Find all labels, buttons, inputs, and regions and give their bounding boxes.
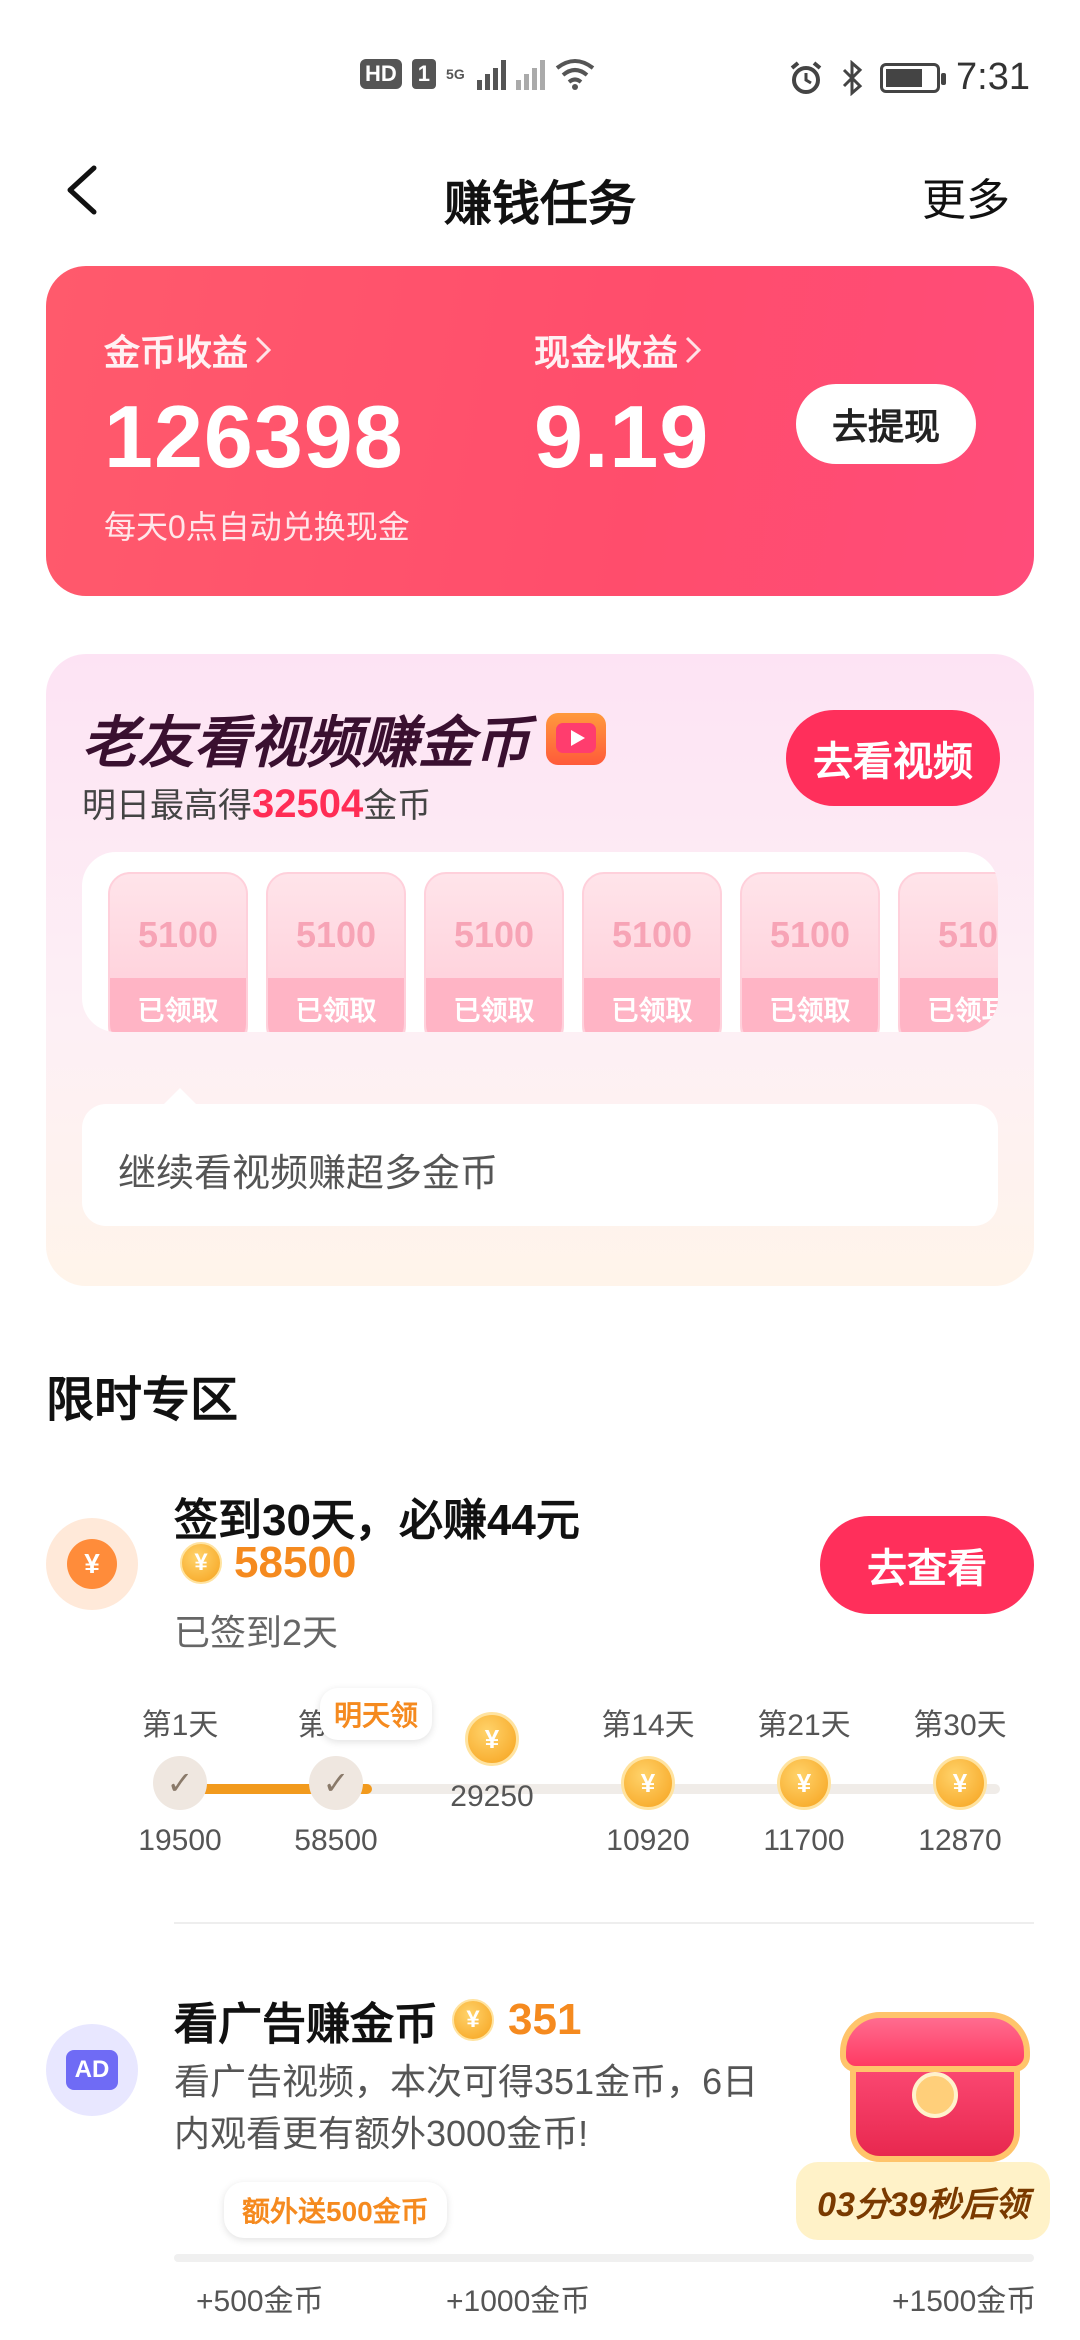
divider	[174, 1922, 1034, 1924]
coin-icon: ¥	[933, 1756, 987, 1810]
earnings-card: 金币收益 126398 现金收益 9.19 每天0点自动兑换现金 去提现	[46, 266, 1034, 596]
coin-earnings-label: 金币收益	[104, 324, 404, 376]
clock: 7:31	[956, 56, 1030, 98]
coin-icon: ¥	[777, 1756, 831, 1810]
progress-node: 第30天 ¥ 12870	[860, 1700, 1060, 1858]
coin-icon: ¥	[621, 1756, 675, 1810]
progress-value: 58500	[294, 1824, 378, 1857]
signal-icon	[476, 58, 506, 90]
hd-icon: HD	[360, 59, 402, 89]
checkin-progress: 第1天 ✓ 19500 第2天 ✓ 58500 ¥ 29250 第14天 ¥ 1…	[138, 1700, 1060, 1860]
reward-tile: 510 已领耳	[898, 872, 998, 1032]
alarm-icon	[790, 60, 822, 94]
video-task-title-text: 老友看视频赚金币	[82, 711, 530, 774]
reward-tile: 5100 已领取	[266, 872, 406, 1032]
reward-strip[interactable]: 5100 已领取 5100 已领取 5100 已领取 5100 已领取 5100 已领取 …	[82, 852, 998, 1032]
reward-tile: 5100 已领取	[740, 872, 880, 1032]
coin-earnings[interactable]: 金币收益 126398	[104, 324, 404, 488]
status-left: HD 1 5G	[360, 58, 595, 90]
checkin-reward-value: 58500	[234, 1538, 357, 1587]
reward-tile: 5100 已领取	[424, 872, 564, 1032]
subtitle-amount: 32504	[252, 782, 364, 826]
watch-video-button[interactable]: 去看视频	[786, 710, 1000, 806]
ad-task-title: 看广告赚金币 ¥ 351	[174, 1988, 581, 2052]
ad-progress-track	[174, 2254, 1034, 2262]
ad-icon: AD	[66, 2050, 118, 2090]
coin-earnings-value: 126398	[104, 387, 404, 486]
sim-icon: 1	[411, 59, 437, 89]
ad-task-reward: 351	[508, 1995, 582, 2044]
withdraw-button[interactable]: 去提现	[796, 384, 976, 464]
coin-label-text: 金币收益	[104, 332, 249, 373]
reward-tile: 5100 已领取	[108, 872, 248, 1032]
reward-status: 已领取	[453, 996, 535, 1026]
reward-amount: 5100	[453, 914, 535, 955]
countdown-timer: 03分39秒后领	[796, 2162, 1050, 2240]
checkin-task-icon: ¥	[46, 1518, 138, 1610]
chevron-right-icon	[255, 336, 272, 364]
nav-header: 赚钱任务 更多	[0, 150, 1080, 231]
reward-amount: 510	[937, 914, 998, 955]
continue-video-banner[interactable]: 继续看视频赚超多金币	[82, 1104, 998, 1226]
ad-task-description: 看广告视频，本次可得351金币，6日内观看更有额外3000金币!	[174, 2061, 759, 2154]
cash-earnings-label: 现金收益	[534, 324, 709, 376]
page-title: 赚钱任务	[443, 178, 636, 231]
reward-status: 已领取	[295, 996, 377, 1026]
checkin-status: 已签到2天	[174, 1612, 339, 1653]
reward-amount: 5100	[611, 914, 693, 955]
video-task-card: 老友看视频赚金币 明日最高得32504金币 去看视频 5100 已领取 5100 已…	[46, 654, 1034, 1286]
milestone-label: +500金币	[196, 2285, 324, 2318]
cash-label-text: 现金收益	[534, 332, 679, 373]
progress-day: 第30天	[913, 1709, 1007, 1742]
bluetooth-icon	[842, 59, 863, 96]
tv-play-icon	[546, 712, 606, 765]
treasure-chest-icon[interactable]	[830, 2012, 1030, 2172]
ad-task-icon: AD	[46, 2024, 138, 2116]
reward-amount: 5100	[295, 914, 377, 955]
reward-status: 已领取	[769, 996, 851, 1026]
status-right: 7:31	[788, 56, 1030, 99]
chevron-right-icon	[685, 336, 702, 364]
checkin-task-reward: ¥ 58500	[180, 1538, 356, 1588]
cash-earnings-value: 9.19	[534, 387, 710, 486]
tomorrow-label: 明天领	[320, 1688, 433, 1740]
network-type: 5G	[446, 66, 465, 82]
coin-icon: ¥	[465, 1712, 519, 1766]
reward-amount: 5100	[137, 914, 219, 955]
coin-icon: ¥	[452, 1999, 494, 2041]
exchange-note: 每天0点自动兑换现金	[104, 509, 410, 545]
bonus-tip: 额外送500金币	[224, 2182, 447, 2238]
progress-value: 12870	[918, 1824, 1002, 1857]
video-task-subtitle: 明日最高得32504金币	[82, 778, 431, 827]
milestone-label: +1500金币	[892, 2285, 1037, 2318]
subtitle-suffix: 金币	[363, 787, 432, 825]
continue-video-text: 继续看视频赚超多金币	[118, 1153, 499, 1195]
check-icon: ✓	[153, 1756, 207, 1810]
reward-status: 已领取	[611, 996, 693, 1026]
check-icon: ✓	[309, 1756, 363, 1810]
reward-status: 已领取	[137, 996, 219, 1026]
wifi-icon	[555, 59, 594, 90]
coin-icon: ¥	[180, 1542, 222, 1584]
more-button[interactable]: 更多	[922, 164, 1010, 228]
status-bar: HD 1 5G 7:31	[0, 0, 1080, 150]
section-title: 限时专区	[46, 1374, 239, 1427]
reward-amount: 5100	[769, 914, 851, 955]
reward-status: 已领耳	[927, 996, 999, 1026]
reward-track: 5100 已领取 5100 已领取 5100 已领取 5100 已领取 5100 已领取 …	[108, 872, 998, 1032]
cash-earnings[interactable]: 现金收益 9.19	[534, 324, 709, 488]
ad-task-title-text: 看广告赚金币	[174, 2000, 438, 2049]
video-task-title: 老友看视频赚金币	[82, 698, 606, 779]
battery-icon	[880, 62, 947, 93]
signal-2-icon	[515, 58, 545, 90]
pointer-arrow	[164, 1088, 196, 1104]
yen-icon: ¥	[67, 1539, 117, 1589]
milestone-label: +1000金币	[446, 2285, 591, 2318]
view-checkin-button[interactable]: 去查看	[820, 1516, 1034, 1614]
subtitle-prefix: 明日最高得	[82, 787, 252, 825]
reward-tile: 5100 已领取	[582, 872, 722, 1032]
